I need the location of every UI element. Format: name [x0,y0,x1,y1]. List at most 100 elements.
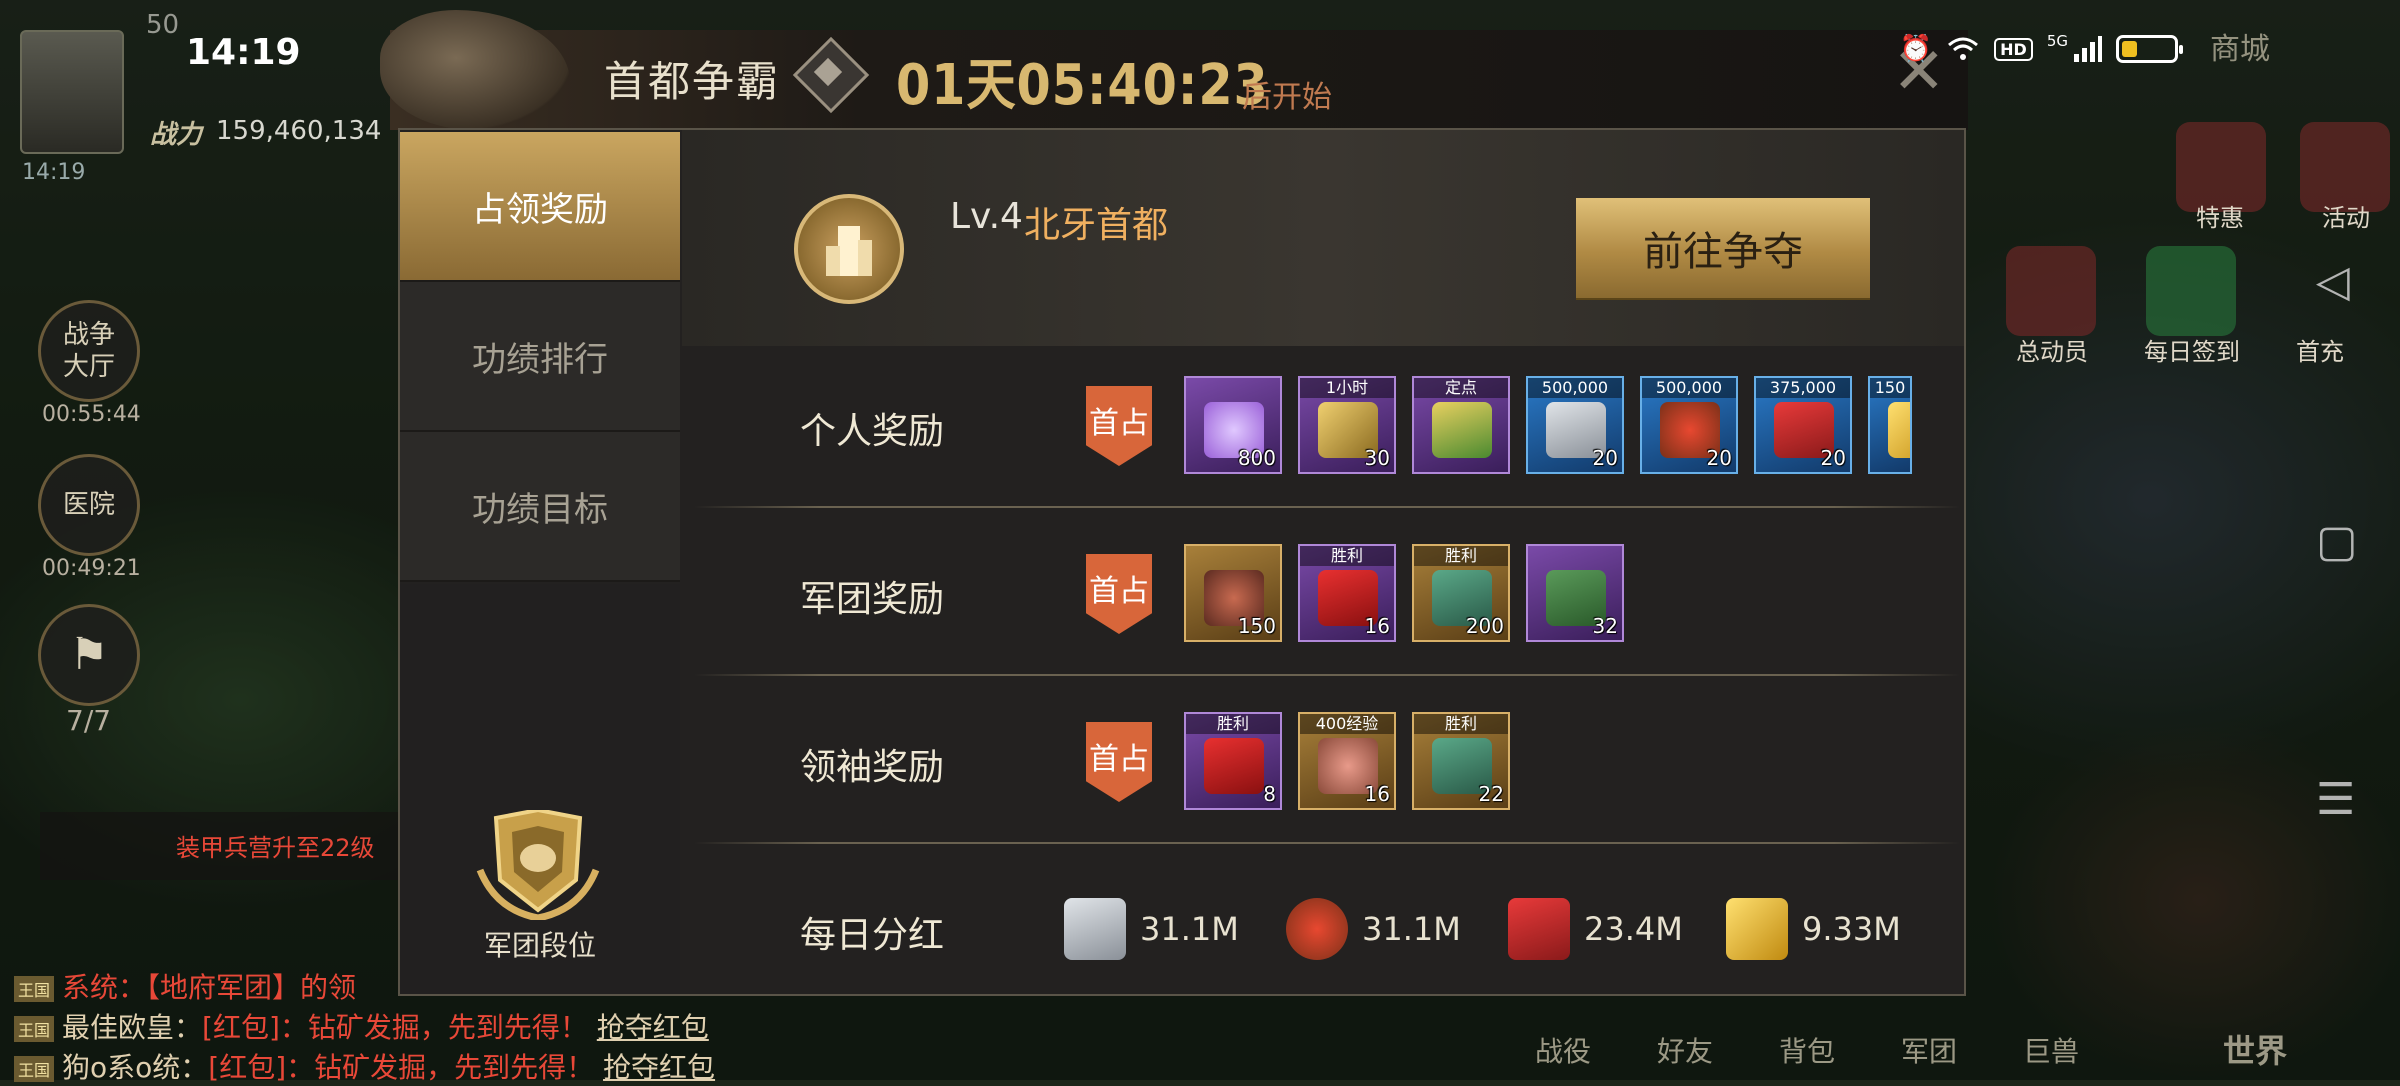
item-tag: 定点 [1414,378,1508,398]
hospital-label: 医院 [62,490,115,520]
nav-home-icon[interactable]: ▢ [2316,516,2358,567]
nav-menu-icon[interactable]: ☰ [2316,774,2355,825]
player-avatar[interactable] [20,30,124,154]
item-count: 8 [1263,782,1276,806]
first-recharge-label: 首充 [2296,338,2344,366]
row-divider [694,674,1960,676]
item-tag: 胜利 [1186,714,1280,734]
go-compete-button[interactable]: 前往争夺 [1576,198,1870,298]
oil-dividend-value: 23.4M [1584,910,1683,948]
gold-reward-item[interactable]: 150 [1868,376,1912,474]
chat-line[interactable]: 王国 狗o系o统：[红包]：钻矿发掘，先到先得！ 抢夺红包 [14,1046,715,1086]
war-hall-label: 战争大厅 [62,320,115,382]
alarm-icon: ⏰ [1899,34,1933,64]
mobilization-label: 总动员 [2016,338,2088,366]
item-count: 800 [1237,446,1276,470]
gold-icon [1726,898,1788,960]
grab-red-packet-link[interactable]: 抢夺红包 [603,1051,715,1084]
chat-channel-tag: 王国 [14,976,55,1002]
build-notice-text: 装甲兵营升至22级 [176,834,375,862]
item-count: 16 [1364,614,1390,638]
diamond-ore-reward-item[interactable]: 800 [1184,376,1282,474]
oil-reward-item[interactable]: 375,000 20 [1754,376,1852,474]
food-icon [1286,898,1348,960]
countdown-timer: 01天05:40:23 [896,53,1269,118]
item-tag: 1小时 [1300,378,1394,398]
nav-back-icon[interactable]: ◁ [2316,256,2350,307]
nav-backpack[interactable]: 背包 [1752,1030,1862,1070]
item-count: 30 [1364,446,1390,470]
item-count: 20 [1820,446,1846,470]
nav-campaign[interactable]: 战役 [1508,1030,1618,1070]
chat-message: [红包]：钻矿发掘，先到先得！ [208,1051,595,1084]
chat-message: 【地府军团】的领 [146,971,357,1004]
flag-button[interactable]: ⚑ [38,604,140,706]
item-count: 150 [1237,614,1276,638]
red-packet-icon [1204,738,1264,794]
tab-merit-ranking[interactable]: 功绩排行 [400,282,680,432]
gold-icon [1888,402,1910,458]
tab-merit-goal[interactable]: 功绩目标 [400,432,680,582]
special-offer-label: 特惠 [2196,204,2244,232]
chat-line[interactable]: 王国 系统：【地府军团】的领 [14,966,356,1006]
status-icons: ⏰ HD 5G [1899,32,2183,64]
capital-name: 北牙首都 [1024,205,1169,246]
item-tag: 375,000 [1756,378,1850,398]
hd-badge: HD [1994,37,2033,61]
supply-crate-reward-item[interactable]: 胜利 200 [1412,544,1510,642]
daily-signin-icon[interactable] [2146,246,2236,336]
power-value: 159,460,134 [216,116,382,146]
exp-meat-reward-item[interactable]: 400经验 16 [1298,712,1396,810]
rank-book-reward-item[interactable]: 32 [1526,544,1624,642]
chat-sender: 最佳欧皇： [62,1011,203,1044]
item-count: 20 [1592,446,1618,470]
flag-count: 7/7 [66,704,112,737]
food-reward-item[interactable]: 500,000 20 [1640,376,1738,474]
item-tag: 胜利 [1414,546,1508,566]
war-hall-button[interactable]: 战争大厅 [38,300,140,402]
steel-reward-item[interactable]: 500,000 20 [1526,376,1624,474]
legion-reward-label: 军团奖励 [800,579,945,620]
chat-line[interactable]: 王国 最佳欧皇：[红包]：钻矿发掘，先到先得！ 抢夺红包 [14,1006,709,1046]
nav-titan[interactable]: 巨兽 [1996,1030,2106,1070]
item-count: 16 [1364,782,1390,806]
item-tag: 500,000 [1528,378,1622,398]
oil-icon [1508,898,1570,960]
shop-button[interactable]: 商城 [2210,24,2270,68]
nav-legion[interactable]: 军团 [1874,1030,1984,1070]
tab-occupy-reward[interactable]: 占领奖励 [400,132,680,282]
chat-channel-tag: 王国 [14,1056,55,1082]
red-packet-reward-item[interactable]: 胜利 16 [1298,544,1396,642]
building-glyph-icon [826,226,872,276]
legion-rank-icon[interactable] [476,810,600,920]
hospital-timer: 00:49:21 [42,556,141,581]
hospital-button[interactable]: 医院 [38,454,140,556]
capital-level: Lv.4 [950,196,1023,237]
item-count: 20 [1706,446,1732,470]
relocate-reward-item[interactable]: 定点 [1412,376,1510,474]
gold-dividend-value: 9.33M [1802,910,1901,948]
supply-crate-reward-item[interactable]: 胜利 22 [1412,712,1510,810]
mobilization-icon[interactable] [2006,246,2096,336]
red-packet-reward-item[interactable]: 胜利 8 [1184,712,1282,810]
dialog-title: 首都争霸 [604,57,781,106]
nav-friends[interactable]: 好友 [1630,1030,1740,1070]
nav-world[interactable]: 世界 [2200,1026,2310,1072]
avatar-clock: 14:19 [22,160,86,185]
player-level: 50 [146,10,180,40]
item-count: 200 [1465,614,1504,638]
signal-icon [2074,36,2102,62]
relocate-icon [1432,402,1492,458]
chat-sender: 狗o系o统： [62,1051,209,1084]
beast-fragment-reward-item[interactable]: 150 [1184,544,1282,642]
grab-red-packet-link[interactable]: 抢夺红包 [597,1011,709,1044]
daily-dividend-label: 每日分红 [800,915,945,956]
wifi-icon [1948,37,1979,60]
speedup-reward-item[interactable]: 1小时 30 [1298,376,1396,474]
personal-reward-label: 个人奖励 [800,411,945,452]
item-tag: 胜利 [1414,714,1508,734]
item-tag: 400经验 [1300,714,1394,734]
chat-sender: 系统： [62,971,147,1004]
battery-icon [2116,35,2183,63]
event-label: 活动 [2322,204,2370,232]
